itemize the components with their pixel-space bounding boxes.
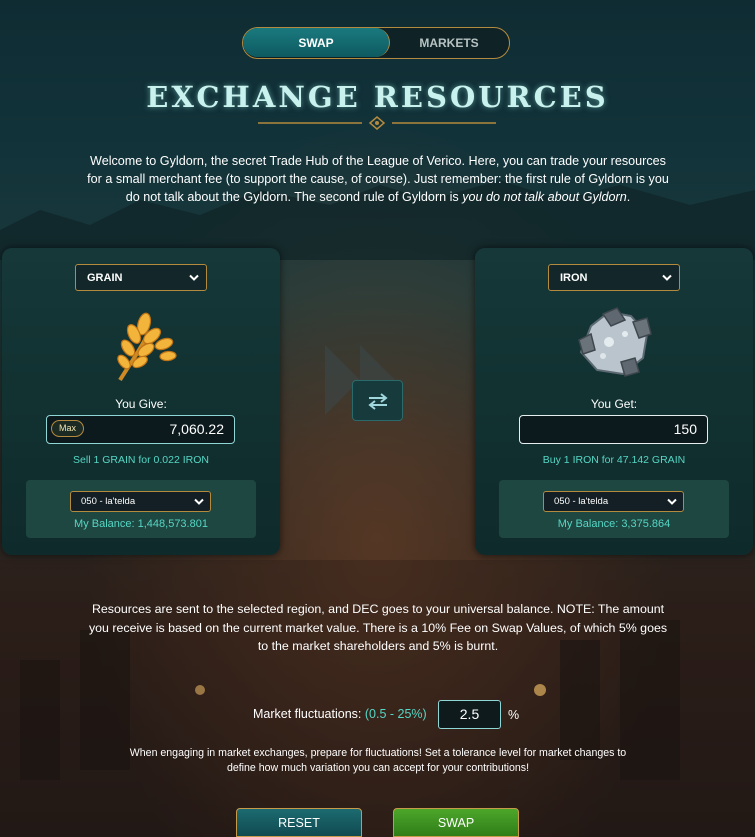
get-balance: My Balance: 3,375.864 — [557, 518, 671, 530]
swap-direction-button[interactable] — [352, 380, 403, 421]
fluctuation-input[interactable]: 2.5 — [438, 700, 501, 729]
tab-markets[interactable]: MARKETS — [389, 28, 509, 57]
chevron-down-icon — [667, 498, 677, 505]
get-amount-value: 150 — [673, 421, 697, 437]
chevron-down-icon — [189, 274, 199, 281]
get-balance-box: 050 - la'telda My Balance: 3,375.864 — [499, 480, 729, 538]
fluctuation-caution: When engaging in market exchanges, prepa… — [129, 747, 627, 774]
iron-ore-icon — [578, 307, 652, 377]
you-give-label: You Give: — [115, 397, 167, 411]
page-title: EXCHANGE RESOURCES — [146, 80, 609, 114]
give-amount-input[interactable]: Max 7,060.22 — [46, 415, 235, 444]
give-rate-text: Sell 1 GRAIN for 0.022 IRON — [73, 454, 209, 466]
get-resource-value: IRON — [560, 271, 588, 284]
swap-button[interactable]: SWAP — [393, 808, 519, 837]
intro-italic: you do not talk about Gyldorn — [462, 190, 627, 204]
reset-button[interactable]: RESET — [236, 808, 362, 837]
get-resource-select[interactable]: IRON — [548, 264, 680, 291]
give-region-value: 050 - la'telda — [81, 496, 136, 507]
swap-arrows-icon — [367, 392, 388, 410]
chevron-down-icon — [194, 498, 204, 505]
get-panel: IRON You Get: 150 Buy 1 IRON for 47.142 … — [475, 248, 753, 555]
get-amount-input[interactable]: 150 — [519, 415, 708, 444]
you-get-label: You Get: — [590, 397, 638, 411]
fluctuation-unit: % — [508, 708, 520, 722]
title-divider-ornament — [258, 116, 496, 130]
fluctuation-range: (0.5 - 25%) — [364, 707, 427, 721]
give-panel: GRAIN You Give: Max 7,060.22 Sell 1 GRAI… — [2, 248, 280, 555]
give-balance-box: 050 - la'telda My Balance: 1,448,573.801 — [26, 480, 256, 538]
view-toggle: SWAP MARKETS — [242, 27, 510, 59]
chevron-down-icon — [662, 274, 672, 281]
tab-swap[interactable]: SWAP — [243, 28, 390, 57]
max-button[interactable]: Max — [51, 420, 84, 437]
give-balance: My Balance: 1,448,573.801 — [74, 518, 208, 530]
get-rate-text: Buy 1 IRON for 47.142 GRAIN — [542, 454, 686, 466]
give-resource-value: GRAIN — [87, 271, 123, 284]
give-resource-select[interactable]: GRAIN — [75, 264, 207, 291]
give-amount-value: 7,060.22 — [169, 421, 225, 437]
fluctuation-label: Market fluctuations: (0.5 - 25%) — [253, 707, 427, 721]
intro-end: . — [626, 190, 631, 204]
get-region-select[interactable]: 050 - la'telda — [543, 491, 684, 512]
intro-text: Welcome to Gyldorn, the secret Trade Hub… — [84, 152, 672, 206]
fee-note: Resources are sent to the selected regio… — [88, 602, 668, 653]
get-region-value: 050 - la'telda — [554, 496, 609, 507]
give-region-select[interactable]: 050 - la'telda — [70, 491, 211, 512]
fluctuation-label-text: Market fluctuations: — [253, 707, 362, 721]
grain-icon — [117, 312, 177, 382]
